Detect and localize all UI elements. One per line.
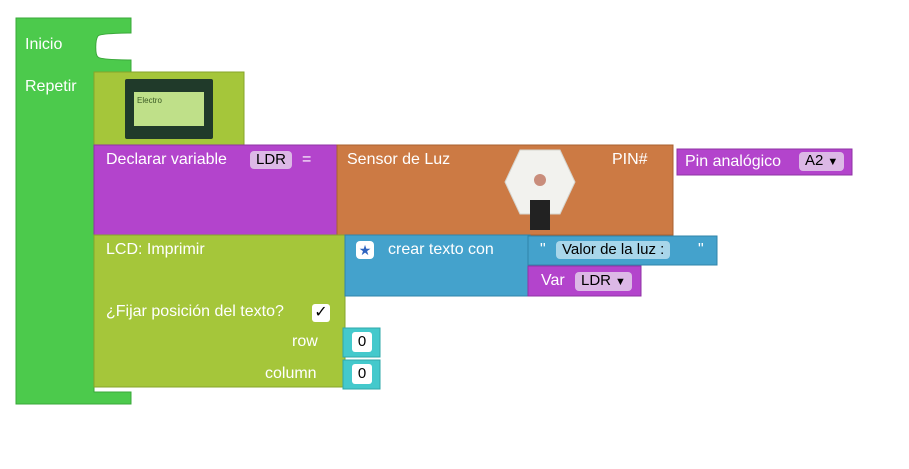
lcd-image-text: Electro [137,96,162,105]
var-getter-value: LDR [581,272,612,289]
row-value-field[interactable]: 0 [352,332,372,352]
analog-pin-label: Pin analógico [685,153,782,170]
blockly-workspace[interactable] [0,0,909,469]
set-position-checkbox[interactable]: ✓ [312,304,330,322]
column-value-field[interactable]: 0 [352,364,372,384]
open-quote: " [540,241,546,258]
row-label: row [292,333,318,350]
equals-label: = [302,151,312,168]
analog-pin-dropdown[interactable]: A2 ▼ [799,152,845,171]
ldr-component [534,174,546,186]
column-label: column [265,365,317,382]
create-text-label: crear texto con [388,241,494,258]
analog-pin-value: A2 [805,152,824,169]
sensor-connector [530,200,550,230]
dropdown-arrow-icon: ▼ [615,276,626,288]
text-value-field[interactable]: Valor de la luz : [556,241,671,259]
close-quote: " [698,241,704,258]
declare-variable-label: Declarar variable [106,151,227,168]
repetir-label: Repetir [25,78,77,95]
var-getter-label: Var [541,272,565,289]
var-getter-dropdown[interactable]: LDR ▼ [575,272,632,291]
variable-name-field[interactable]: LDR [250,151,293,169]
dropdown-arrow-icon: ▼ [827,156,839,168]
light-sensor-label: Sensor de Luz [347,151,451,168]
lcd-print-label: LCD: Imprimir [106,241,205,258]
inicio-label: Inicio [25,36,63,53]
pin-label: PIN# [612,151,648,168]
set-position-label: ¿Fijar posición del texto? [106,303,284,320]
mutator-star-icon[interactable]: ★ [356,241,374,259]
